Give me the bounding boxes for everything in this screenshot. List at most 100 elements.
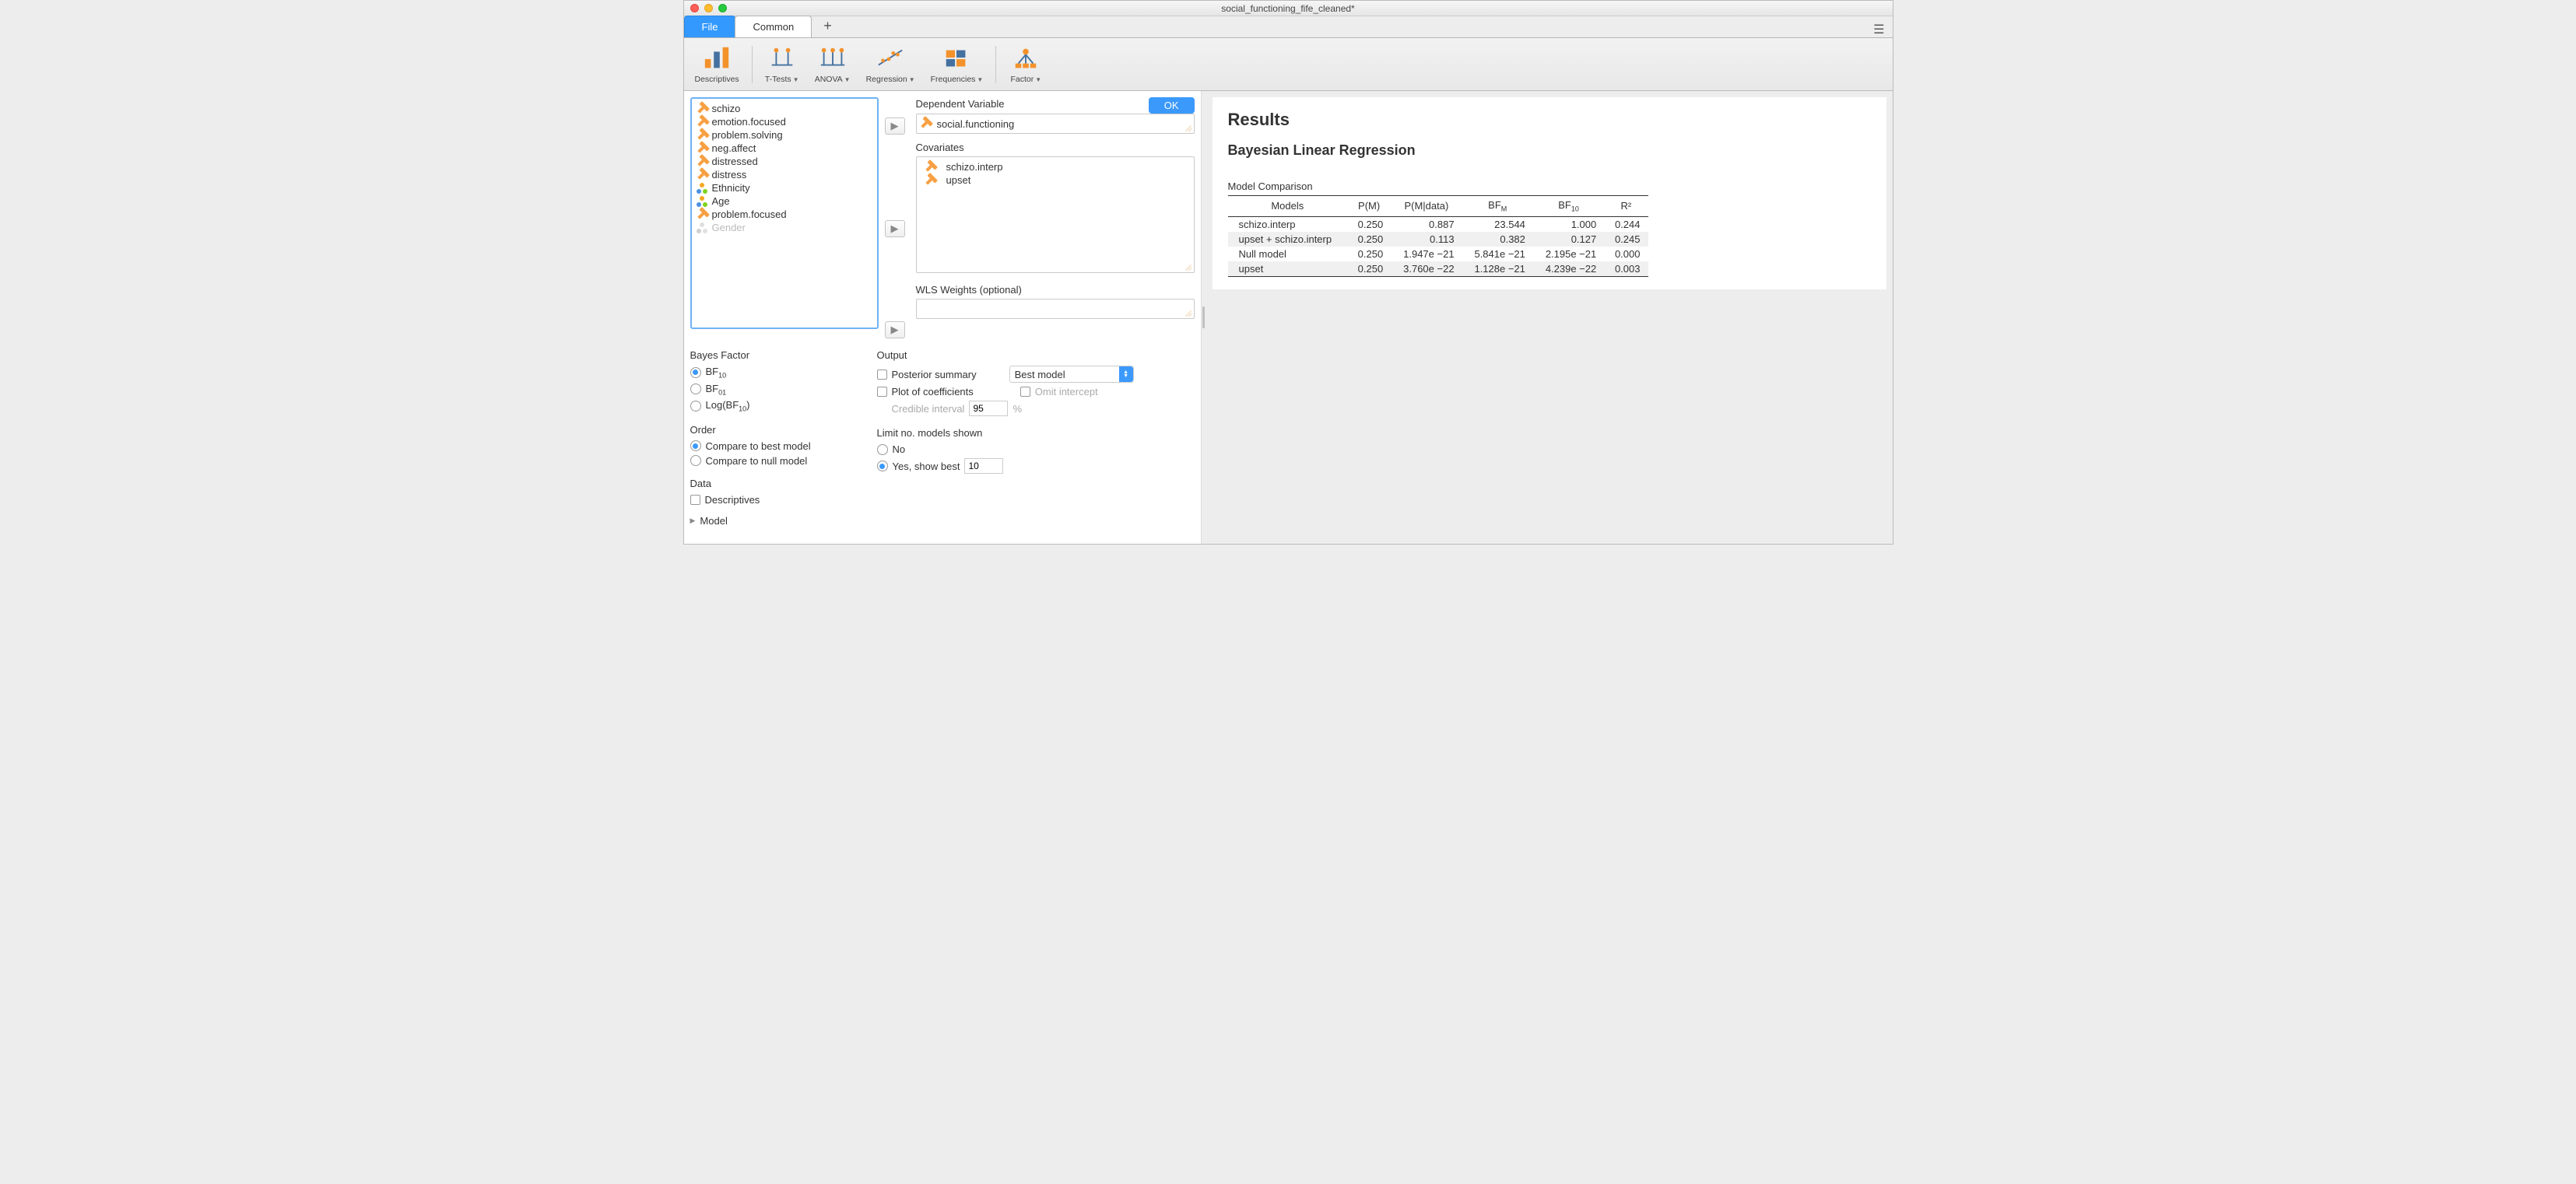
assign-covariate-button[interactable]: ▶ xyxy=(885,220,905,237)
covariates-field[interactable]: schizo.interpupset xyxy=(916,156,1195,273)
nominal-icon xyxy=(697,183,707,194)
col-pmdata: P(M|data) xyxy=(1391,196,1462,217)
bar-chart-icon xyxy=(702,45,732,72)
ribbon-descriptives[interactable]: Descriptives xyxy=(689,44,746,86)
radio-icon xyxy=(690,367,701,378)
tab-common[interactable]: Common xyxy=(735,16,812,37)
variable-label: Age xyxy=(712,195,730,207)
maximize-icon[interactable] xyxy=(718,4,727,12)
ribbon-label: Factor▼ xyxy=(1011,75,1042,84)
ribbon-separator xyxy=(995,46,996,83)
variable-item[interactable]: neg.affect xyxy=(692,142,877,155)
tab-file[interactable]: File xyxy=(684,16,736,37)
ribbon-frequencies[interactable]: Frequencies▼ xyxy=(925,44,990,86)
dependent-field[interactable]: social.functioning xyxy=(916,114,1195,134)
table-row: schizo.interp0.2500.88723.5441.0000.244 xyxy=(1228,216,1648,232)
radio-compare-best[interactable]: Compare to best model xyxy=(690,440,846,452)
titlebar: social_functioning_fife_cleaned* xyxy=(684,1,1893,16)
model-comparison-table: Models P(M) P(M|data) BFM BF10 R² schizo… xyxy=(1228,195,1648,277)
scale-icon xyxy=(918,116,933,131)
results-title: Results xyxy=(1228,110,1871,130)
tabstrip: File Common + ☰ xyxy=(684,16,1893,38)
scale-icon xyxy=(694,207,710,222)
credible-interval-label: Credible interval xyxy=(892,403,965,415)
radio-limit-no[interactable]: No xyxy=(877,443,1195,455)
variable-label: neg.affect xyxy=(712,142,756,154)
covariate-item[interactable]: schizo.interp xyxy=(920,160,1191,173)
dependent-value: social.functioning xyxy=(937,118,1015,130)
results-card: Results Bayesian Linear Regression Model… xyxy=(1213,97,1886,289)
ok-button[interactable]: OK xyxy=(1149,97,1195,114)
col-pm: P(M) xyxy=(1347,196,1391,217)
credible-interval-input[interactable] xyxy=(969,401,1008,416)
variable-item[interactable]: Age xyxy=(692,194,877,208)
ribbon-label: Descriptives xyxy=(695,75,739,84)
ribbon-factor[interactable]: Factor▼ xyxy=(1002,44,1049,86)
chevron-right-icon: ▶ xyxy=(690,517,696,525)
ribbon: Descriptives T-Tests▼ ANOVA▼ Regression▼… xyxy=(684,38,1893,91)
tab-add[interactable]: + xyxy=(811,15,844,37)
nominal-icon xyxy=(697,222,707,233)
ribbon-separator xyxy=(752,46,753,83)
covariates-label: Covariates xyxy=(916,142,1195,153)
radio-logbf[interactable]: Log(BF10) xyxy=(690,399,846,413)
radio-compare-null[interactable]: Compare to null model xyxy=(690,455,846,467)
ribbon-label: Regression▼ xyxy=(866,75,915,84)
variable-item[interactable]: schizo xyxy=(692,102,877,115)
variable-label: emotion.focused xyxy=(712,116,786,128)
variable-label: distressed xyxy=(712,156,758,167)
checkbox-plot-coef[interactable] xyxy=(877,387,887,397)
variable-label: problem.solving xyxy=(712,129,783,141)
options-pane: schizoemotion.focusedproblem.solvingneg.… xyxy=(684,91,1202,544)
variable-item[interactable]: distress xyxy=(692,168,877,181)
radio-bf10[interactable]: BF10 xyxy=(690,366,846,380)
radio-bf01[interactable]: BF01 xyxy=(690,383,846,397)
variable-item[interactable]: Gender xyxy=(692,221,877,234)
chevron-updown-icon: ▲▼ xyxy=(1119,366,1133,382)
app-window: social_functioning_fife_cleaned* File Co… xyxy=(683,0,1893,545)
variable-label: Ethnicity xyxy=(712,182,750,194)
variable-item[interactable]: problem.focused xyxy=(692,208,877,221)
minimize-icon[interactable] xyxy=(704,4,713,12)
posterior-summary-label: Posterior summary xyxy=(892,369,977,380)
menu-icon[interactable]: ☰ xyxy=(1873,22,1884,37)
order-heading: Order xyxy=(690,424,846,436)
ribbon-regression[interactable]: Regression▼ xyxy=(860,44,921,86)
ribbon-ttests[interactable]: T-Tests▼ xyxy=(759,44,805,86)
show-best-input[interactable] xyxy=(964,458,1003,474)
variable-item[interactable]: distressed xyxy=(692,155,877,168)
radio-icon xyxy=(690,384,701,394)
traffic-lights xyxy=(690,4,727,12)
anova-icon xyxy=(818,45,848,72)
output-heading: Output xyxy=(877,349,1195,361)
ribbon-label: T-Tests▼ xyxy=(765,75,799,84)
variable-label: Gender xyxy=(712,222,746,233)
analysis-title: Bayesian Linear Regression xyxy=(1228,142,1871,159)
col-r2: R² xyxy=(1604,196,1648,217)
omit-intercept-label: Omit intercept xyxy=(1035,386,1098,398)
covariate-item[interactable]: upset xyxy=(920,173,1191,187)
assign-wls-button[interactable]: ▶ xyxy=(885,321,905,338)
variable-item[interactable]: emotion.focused xyxy=(692,115,877,128)
ttest-icon xyxy=(767,45,797,72)
table-row: Null model0.2501.947e −215.841e −212.195… xyxy=(1228,247,1648,261)
variable-item[interactable]: problem.solving xyxy=(692,128,877,142)
dependent-label: Dependent Variable xyxy=(916,98,1005,110)
checkbox-omit-intercept xyxy=(1020,387,1030,397)
radio-icon xyxy=(877,444,888,455)
frequencies-icon xyxy=(942,45,971,72)
checkbox-posterior-summary[interactable] xyxy=(877,370,887,380)
variable-list[interactable]: schizoemotion.focusedproblem.solvingneg.… xyxy=(690,97,879,329)
model-expander[interactable]: ▶Model xyxy=(690,515,846,527)
variable-item[interactable]: Ethnicity xyxy=(692,181,877,194)
ribbon-anova[interactable]: ANOVA▼ xyxy=(809,44,857,86)
check-descriptives[interactable]: Descriptives xyxy=(690,494,846,506)
table-caption: Model Comparison xyxy=(1228,180,1871,192)
close-icon[interactable] xyxy=(690,4,699,12)
variable-label: distress xyxy=(712,169,747,180)
radio-limit-yes[interactable]: Yes, show best xyxy=(877,458,1195,474)
data-heading: Data xyxy=(690,478,846,489)
assign-dependent-button[interactable]: ▶ xyxy=(885,117,905,135)
wls-field[interactable] xyxy=(916,299,1195,319)
best-model-select[interactable]: Best model ▲▼ xyxy=(1009,366,1134,383)
